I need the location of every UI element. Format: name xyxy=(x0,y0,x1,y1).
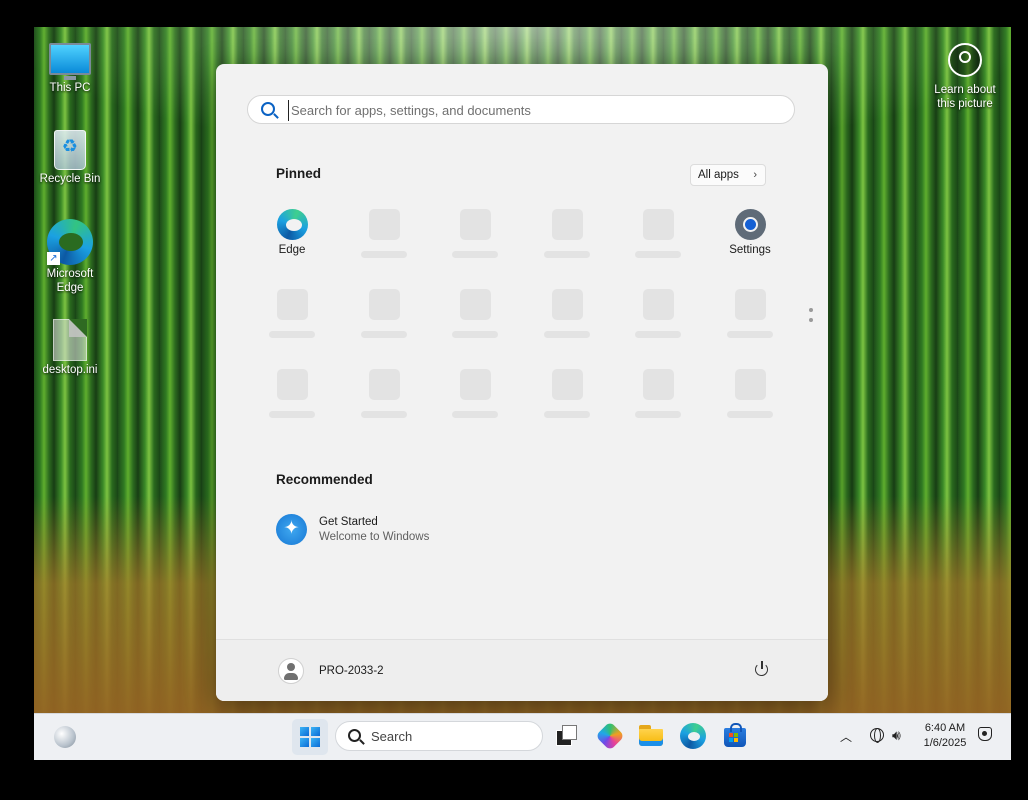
pinned-title: Pinned xyxy=(276,166,322,181)
user-name[interactable]: PRO-2033-2 xyxy=(319,665,384,677)
page-dot[interactable] xyxy=(809,308,813,312)
pinned-app-placeholder xyxy=(252,369,332,418)
learn-about-label: Learn about this picture xyxy=(934,84,996,110)
pinned-app-placeholder xyxy=(435,209,515,258)
edge-icon: ↗ xyxy=(47,219,93,265)
taskbar: Search ︿ 🔊︎ 6:40 AM 1/6/2025 xyxy=(34,713,1011,760)
task-view-icon[interactable] xyxy=(553,723,579,749)
desktop-icon-label: This PC xyxy=(49,82,91,94)
power-button[interactable] xyxy=(754,661,770,677)
volume-icon[interactable]: 🔊︎ xyxy=(892,727,901,744)
start-button[interactable] xyxy=(292,719,328,755)
widgets-button[interactable] xyxy=(54,726,76,748)
notification-bell-icon[interactable] xyxy=(978,727,992,741)
pinned-app-label: Settings xyxy=(729,244,771,256)
user-avatar[interactable] xyxy=(278,658,304,684)
pinned-app-placeholder xyxy=(527,369,607,418)
recommended-item-subtitle: Welcome to Windows xyxy=(319,531,430,543)
search-icon xyxy=(348,729,361,742)
pinned-app-placeholder xyxy=(344,289,424,338)
chevron-up-icon[interactable]: ︿ xyxy=(840,728,852,745)
clock-date: 1/6/2025 xyxy=(923,737,967,749)
desktop: This PC Recycle Bin ↗ Microsoft Edge des… xyxy=(34,27,1011,760)
recommended-item-title: Get Started xyxy=(319,516,378,528)
desktop-icon-desktop-ini[interactable]: desktop.ini xyxy=(34,317,106,377)
start-search-box[interactable] xyxy=(247,95,795,124)
desktop-icon-label: Recycle Bin xyxy=(39,173,101,185)
pinned-app-placeholder xyxy=(435,369,515,418)
pinned-app-placeholder xyxy=(344,209,424,258)
pinned-app-placeholder xyxy=(710,369,790,418)
pinned-app-placeholder xyxy=(252,289,332,338)
network-globe-icon[interactable] xyxy=(870,728,884,743)
clock-time: 6:40 AM xyxy=(924,722,966,734)
recommended-title: Recommended xyxy=(276,472,373,487)
clock[interactable]: 6:40 AM 1/6/2025 xyxy=(920,721,970,751)
pinned-app-placeholder xyxy=(618,289,698,338)
pinned-app-edge[interactable]: Edge xyxy=(252,209,332,256)
pinned-app-placeholder xyxy=(527,289,607,338)
desktop-icon-recycle-bin[interactable]: Recycle Bin xyxy=(34,127,106,186)
get-started-icon xyxy=(276,514,307,545)
file-icon xyxy=(53,319,87,361)
all-apps-button[interactable]: All apps › xyxy=(690,164,766,186)
shortcut-arrow-icon: ↗ xyxy=(47,252,60,265)
camera-icon xyxy=(948,43,982,77)
start-menu-footer: PRO-2033-2 xyxy=(216,639,828,701)
store-icon[interactable] xyxy=(722,723,748,749)
all-apps-label: All apps xyxy=(698,169,739,181)
pinned-app-label: Edge xyxy=(278,244,306,256)
desktop-icon-label: Microsoft Edge xyxy=(46,268,94,294)
file-explorer-icon[interactable] xyxy=(638,723,664,749)
start-search-input[interactable] xyxy=(288,100,783,121)
pinned-app-placeholder xyxy=(435,289,515,338)
pinned-app-settings[interactable]: Settings xyxy=(710,209,790,256)
taskbar-search-label: Search xyxy=(371,729,413,744)
pinned-app-placeholder xyxy=(710,289,790,338)
pinned-app-placeholder xyxy=(618,209,698,258)
recycle-bin-icon xyxy=(54,130,86,170)
copilot-icon[interactable] xyxy=(595,721,625,751)
page-dot[interactable] xyxy=(809,318,813,322)
desktop-icon-edge[interactable]: ↗ Microsoft Edge xyxy=(34,219,106,295)
learn-about-picture[interactable]: Learn about this picture xyxy=(929,39,1001,111)
recommended-item-get-started[interactable]: Get Started Welcome to Windows xyxy=(276,512,526,548)
desktop-icon-label: desktop.ini xyxy=(42,364,98,376)
pinned-app-placeholder xyxy=(344,369,424,418)
start-menu: Pinned All apps › Edge Settings xyxy=(216,64,828,701)
pinned-page-indicator[interactable] xyxy=(809,308,813,328)
edge-icon xyxy=(276,209,308,240)
search-icon xyxy=(261,102,275,116)
edge-icon[interactable] xyxy=(680,723,706,749)
pinned-app-placeholder xyxy=(527,209,607,258)
taskbar-search-box[interactable]: Search xyxy=(335,721,543,751)
chevron-right-icon: › xyxy=(753,169,757,181)
monitor-icon xyxy=(49,43,91,80)
gear-icon xyxy=(735,209,766,240)
pinned-app-placeholder xyxy=(618,369,698,418)
desktop-icon-this-pc[interactable]: This PC xyxy=(34,35,106,95)
